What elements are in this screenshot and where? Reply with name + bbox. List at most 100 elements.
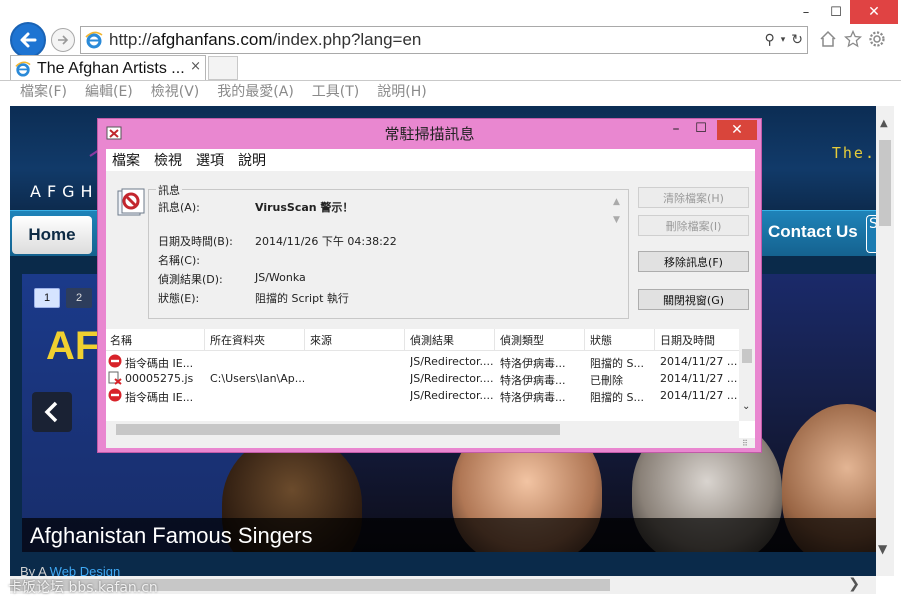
header-tagline: The. [831, 144, 876, 162]
col-type[interactable]: 偵測類型 [500, 332, 544, 348]
row-type: 特洛伊病毒... [500, 374, 566, 387]
page-vertical-scrollbar[interactable]: ▲ ▼ [876, 106, 894, 576]
menu-favorites[interactable]: 我的最愛(A) [217, 81, 294, 103]
slide-prev-button[interactable] [32, 392, 72, 432]
window-minimize-button[interactable]: – [792, 0, 820, 24]
web-design-link[interactable]: Web Design [50, 564, 121, 576]
window-close-button[interactable]: ✕ [850, 0, 898, 24]
scroll-thumb[interactable] [116, 424, 560, 435]
ie-logo-icon [85, 31, 103, 49]
col-result[interactable]: 偵測結果 [410, 332, 454, 348]
menu-file[interactable]: 檔案(F) [20, 81, 67, 103]
new-tab-button[interactable] [208, 56, 238, 80]
row-result: JS/Redirector.... [410, 389, 494, 402]
dialog-menu-help[interactable]: 說明 [238, 150, 266, 170]
row-result: JS/Redirector.... [410, 355, 494, 368]
nav-contact-link[interactable]: Contact Us [768, 222, 858, 242]
address-bar[interactable]: http://afghanfans.com/index.php?lang=en … [80, 26, 808, 54]
col-date[interactable]: 日期及時間 [660, 332, 715, 348]
detection-list: 名稱 所在資料夾 來源 偵測結果 偵測類型 狀態 日期及時間 指令碼由 IE..… [106, 329, 755, 438]
chevron-left-icon [44, 401, 58, 423]
message-label: 訊息(A): [158, 201, 200, 214]
message-value: VirusScan 警示！ [255, 201, 354, 214]
dialog-title: 常駐掃描訊息 [384, 125, 475, 143]
scroll-thumb[interactable] [879, 140, 891, 226]
list-horizontal-scrollbar[interactable] [106, 421, 739, 438]
blocked-icon [108, 388, 122, 402]
col-source[interactable]: 來源 [310, 332, 332, 348]
scroll-up-icon[interactable]: ▲ [880, 118, 888, 129]
dialog-menubar: 檔案 檢視 選項 說明 [106, 149, 755, 171]
row-folder: C:\Users\Ian\Ap... [210, 372, 304, 385]
dialog-maximize-button[interactable]: ☐ [688, 121, 714, 141]
menu-help[interactable]: 說明(H) [377, 81, 426, 103]
delete-file-button[interactable]: 刪除檔案(I) [638, 215, 749, 236]
list-vertical-scrollbar[interactable]: ⌄ [739, 329, 755, 421]
refresh-icon[interactable]: ↻ [791, 32, 803, 48]
tab-close-icon[interactable]: × [190, 59, 201, 74]
menu-edit[interactable]: 編輯(E) [85, 81, 133, 103]
back-button[interactable] [10, 22, 46, 58]
col-status[interactable]: 狀態 [590, 332, 612, 348]
resize-grip-icon[interactable]: ⠿ [742, 439, 748, 448]
favorites-star-icon[interactable] [843, 28, 863, 50]
close-window-button[interactable]: 關閉視窗(G) [638, 289, 749, 310]
deleted-file-icon [108, 371, 122, 385]
pager-button[interactable]: 1 [34, 288, 60, 308]
site-logo-text: AFGH [30, 182, 99, 201]
scroll-right-icon[interactable]: ❯ [848, 576, 860, 592]
scroll-down-icon[interactable]: ▼ [878, 542, 887, 556]
dialog-menu-file[interactable]: 檔案 [112, 150, 140, 170]
dialog-titlebar[interactable]: 常駐掃描訊息 – ☐ ✕ [98, 119, 761, 147]
chevron-down-icon[interactable]: ⌄ [742, 401, 750, 412]
dialog-minimize-button[interactable]: – [663, 121, 689, 141]
dropdown-icon[interactable]: ▾ [781, 35, 786, 45]
table-row[interactable]: 00005275.js [125, 372, 205, 385]
row-type: 特洛伊病毒... [500, 391, 566, 404]
row-date: 2014/11/27 ... [660, 355, 738, 368]
row-date: 2014/11/27 ... [660, 389, 738, 402]
pager-button[interactable]: 2 [66, 288, 92, 308]
clean-file-button[interactable]: 清除檔案(H) [638, 187, 749, 208]
gear-icon[interactable] [866, 28, 888, 50]
message-fieldset [148, 189, 629, 319]
tab-favicon-icon [15, 61, 31, 77]
home-icon[interactable] [818, 28, 838, 50]
url-text: http://afghanfans.com/index.php?lang=en [109, 30, 422, 49]
watermark-text: 卡饭论坛 bbs.kafan.cn [8, 580, 158, 596]
menu-tools[interactable]: 工具(T) [312, 81, 359, 103]
table-row[interactable]: 指令碼由 IE... [125, 389, 205, 405]
message-scroll-down-icon[interactable]: ▼ [613, 215, 620, 225]
message-legend: 訊息 [156, 182, 182, 198]
slide-caption-bar: Afghanistan Famous Singers [22, 518, 876, 552]
nav-search-box[interactable]: S [866, 215, 876, 253]
slide-headline: AF [46, 324, 100, 368]
search-icon[interactable]: ⚲ [764, 32, 774, 48]
table-row[interactable]: 指令碼由 IE... [125, 355, 205, 371]
message-scroll-up-icon[interactable]: ▲ [613, 197, 620, 207]
scroll-thumb[interactable] [742, 349, 752, 363]
virusscan-dialog: 常駐掃描訊息 – ☐ ✕ 檔案 檢視 選項 說明 訊息 訊息(A): Virus… [97, 118, 762, 453]
col-name[interactable]: 名稱 [110, 332, 132, 348]
nav-home-link[interactable]: Home [12, 216, 92, 254]
dialog-menu-view[interactable]: 檢視 [154, 150, 182, 170]
dialog-menu-options[interactable]: 選項 [196, 150, 224, 170]
menu-view[interactable]: 檢視(V) [151, 81, 200, 103]
slide-pager: 1 2 [34, 288, 92, 308]
status-value: 阻擋的 Script 執行 [255, 292, 349, 305]
row-status: 已刪除 [590, 374, 623, 387]
col-folder[interactable]: 所在資料夾 [210, 332, 265, 348]
remove-message-button[interactable]: 移除訊息(F) [638, 251, 749, 272]
row-status: 阻擋的 S... [590, 357, 644, 370]
dialog-close-button[interactable]: ✕ [717, 120, 757, 140]
window-maximize-button[interactable]: ☐ [822, 0, 850, 24]
byline: By A Web Design [20, 564, 120, 576]
browser-tab[interactable]: The Afghan Artists ... × [10, 55, 206, 81]
row-date: 2014/11/27 ... [660, 372, 738, 385]
forward-button[interactable] [51, 28, 75, 52]
datetime-value: 2014/11/26 下午 04:38:22 [255, 235, 397, 248]
forward-arrow-icon [58, 35, 69, 45]
row-type: 特洛伊病毒... [500, 357, 566, 370]
tab-title: The Afghan Artists ... [37, 59, 185, 77]
row-result: JS/Redirector.... [410, 372, 494, 385]
